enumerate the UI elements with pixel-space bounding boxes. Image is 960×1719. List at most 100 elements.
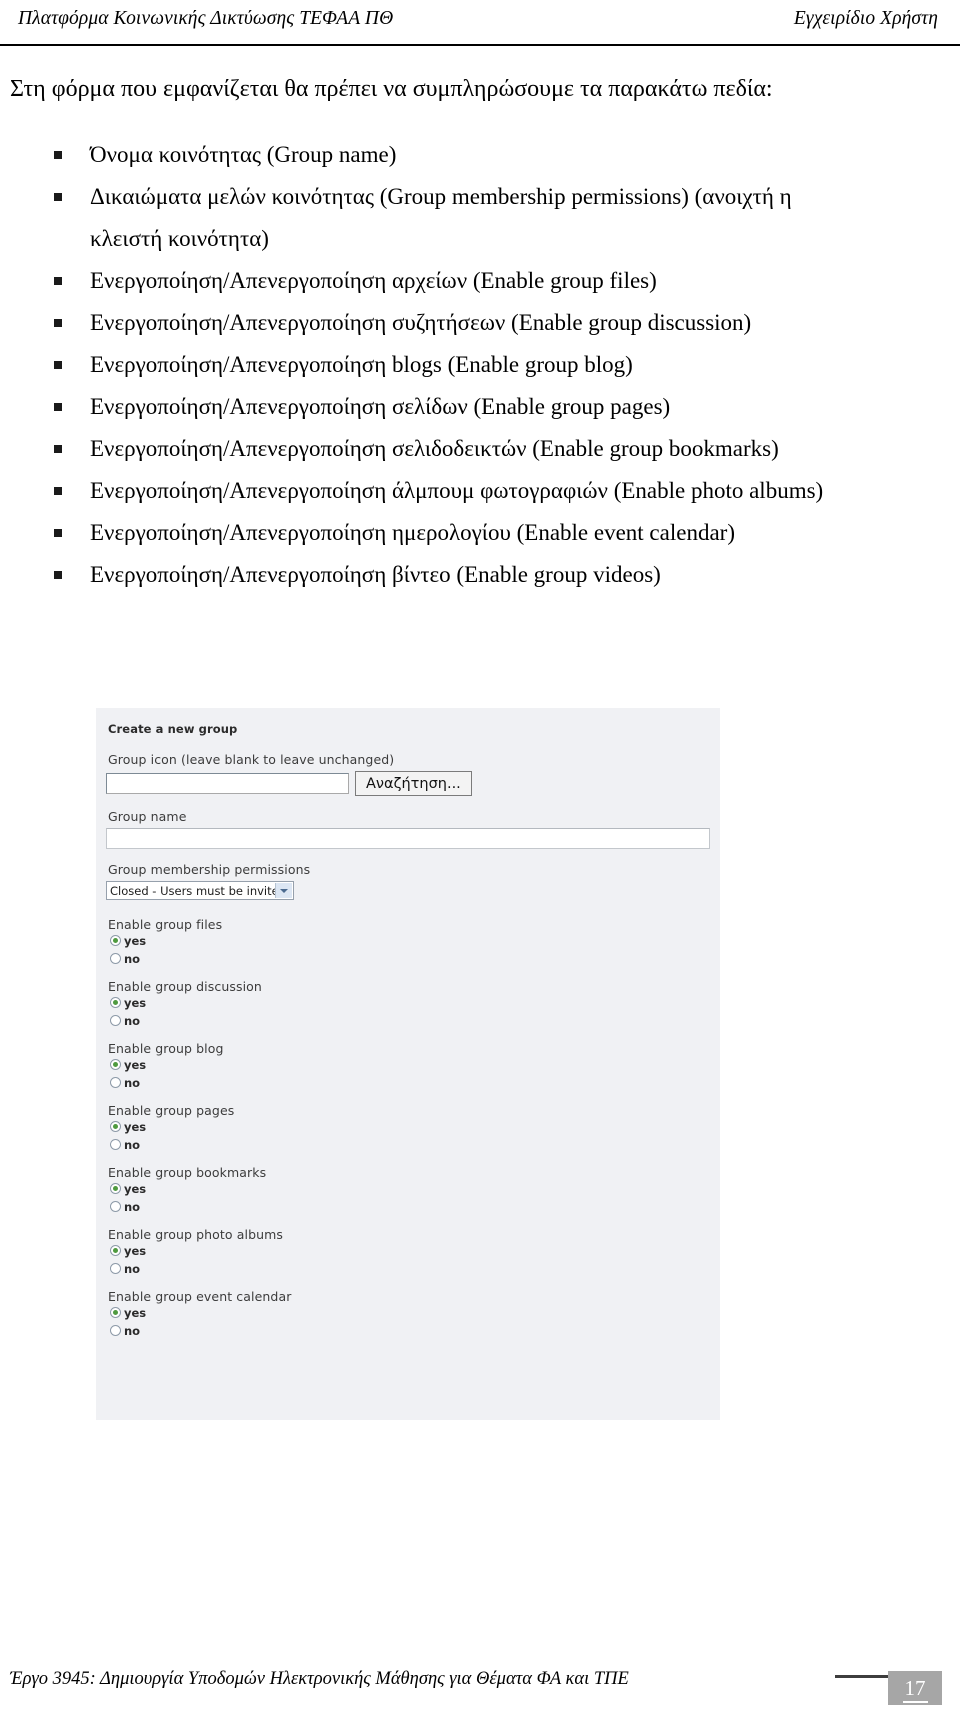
bullet-square-icon [54,487,62,495]
group-membership-permissions-select[interactable]: Closed - Users must be invited [106,881,294,900]
radio-unselected-icon[interactable] [110,1263,121,1274]
list-item-label: Δικαιώματα μελών κοινότητας (Group membe… [90,184,792,251]
radio-no-label: no [124,1200,141,1214]
list-item-label: Ενεργοποίηση/Απενεργοποίηση βίντεο (Enab… [90,562,661,587]
page-header: Πλατφόρμα Κοινωνικής Δικτύωσης ΤΕΦΑΑ ΠΘ … [0,0,960,46]
toggle-label: Enable group photo albums [108,1227,284,1242]
radio-selected-icon[interactable] [110,1059,121,1070]
radio-selected-icon[interactable] [110,1121,121,1132]
toggle-label: Enable group files [108,917,223,932]
radio-unselected-icon[interactable] [110,953,121,964]
radio-no[interactable]: no [110,1261,720,1278]
radio-unselected-icon[interactable] [110,1139,121,1150]
radio-no-label: no [124,1076,141,1090]
bullet-square-icon [54,319,62,327]
radio-no[interactable]: no [110,1075,720,1092]
radio-no-label: no [124,1262,141,1276]
field-bullet-list: Όνομα κοινότητας (Group name) Δικαιώματα… [0,134,960,596]
group-name-label: Group name [108,809,187,824]
toggle-enable-group-event-calendar: Enable group event calendar yes no [106,1289,720,1340]
toggle-enable-group-blog: Enable group blog yes no [106,1041,720,1092]
list-item: Ενεργοποίηση/Απενεργοποίηση σελίδων (Ena… [52,386,850,428]
radio-yes-label: yes [124,1120,147,1134]
page-number-badge: 17 [888,1671,942,1705]
radio-no[interactable]: no [110,1137,720,1154]
list-item: Ενεργοποίηση/Απενεργοποίηση αρχείων (Ena… [52,260,850,302]
radio-yes[interactable]: yes [110,1181,720,1198]
bullet-square-icon [54,193,62,201]
list-item-label: Ενεργοποίηση/Απενεργοποίηση ημερολογίου … [90,520,735,545]
radio-yes[interactable]: yes [110,1119,720,1136]
toggle-enable-group-pages: Enable group pages yes no [106,1103,720,1154]
list-item: Δικαιώματα μελών κοινότητας (Group membe… [52,176,850,260]
toggle-label: Enable group blog [108,1041,224,1056]
list-item: Ενεργοποίηση/Απενεργοποίηση άλμπουμ φωτο… [52,470,850,512]
group-name-field: Group name [106,809,720,849]
radio-selected-icon[interactable] [110,997,121,1008]
list-item-label: Ενεργοποίηση/Απενεργοποίηση σελιδοδεικτώ… [90,436,779,461]
radio-unselected-icon[interactable] [110,1325,121,1336]
chevron-down-icon[interactable] [275,883,292,898]
bullet-square-icon [54,151,62,159]
radio-no-label: no [124,1324,141,1338]
document-content: Στη φόρμα που εμφανίζεται θα πρέπει να σ… [0,46,960,596]
group-membership-permissions-label: Group membership permissions [108,862,311,877]
list-item-label: Ενεργοποίηση/Απενεργοποίηση άλμπουμ φωτο… [90,478,824,503]
toggle-label: Enable group discussion [108,979,262,994]
list-item: Ενεργοποίηση/Απενεργοποίηση βίντεο (Enab… [52,554,850,596]
radio-yes[interactable]: yes [110,1057,720,1074]
create-group-form-screenshot: Create a new group Group icon (leave bla… [96,708,720,1420]
group-membership-permissions-field: Group membership permissions Closed - Us… [106,862,720,904]
bullet-square-icon [54,403,62,411]
bullet-square-icon [54,277,62,285]
radio-no[interactable]: no [110,1199,720,1216]
header-title-right: Εγχειρίδιο Χρήστη [793,8,938,29]
radio-unselected-icon[interactable] [110,1015,121,1026]
radio-unselected-icon[interactable] [110,1201,121,1212]
radio-yes[interactable]: yes [110,933,720,950]
group-icon-input[interactable] [106,773,349,794]
radio-no-label: no [124,1138,141,1152]
bullet-square-icon [54,445,62,453]
radio-selected-icon[interactable] [110,935,121,946]
list-item-label: Όνομα κοινότητας (Group name) [90,142,397,167]
radio-selected-icon[interactable] [110,1245,121,1256]
selected-option-label: Closed - Users must be invited [110,884,286,898]
page-footer: Έργο 3945: Δημιουργία Υποδομών Ηλεκτρονι… [0,1641,960,1719]
browse-button[interactable]: Αναζήτηση... [355,771,472,796]
list-item-label: Ενεργοποίηση/Απενεργοποίηση σελίδων (Ena… [90,394,671,419]
list-item: Ενεργοποίηση/Απενεργοποίηση ημερολογίου … [52,512,850,554]
group-name-input[interactable] [106,828,710,849]
bullet-square-icon [54,571,62,579]
radio-unselected-icon[interactable] [110,1077,121,1088]
list-item: Ενεργοποίηση/Απενεργοποίηση blogs (Enabl… [52,344,850,386]
toggle-enable-group-bookmarks: Enable group bookmarks yes no [106,1165,720,1216]
radio-no[interactable]: no [110,1013,720,1030]
group-icon-label: Group icon (leave blank to leave unchang… [108,752,395,767]
radio-yes[interactable]: yes [110,995,720,1012]
bullet-square-icon [54,361,62,369]
radio-yes-label: yes [124,1306,147,1320]
list-item-label: Ενεργοποίηση/Απενεργοποίηση συζητήσεων (… [90,310,752,335]
radio-no-label: no [124,1014,141,1028]
list-item: Ενεργοποίηση/Απενεργοποίηση σελιδοδεικτώ… [52,428,850,470]
radio-yes[interactable]: yes [110,1305,720,1322]
list-item-label: Ενεργοποίηση/Απενεργοποίηση blogs (Enabl… [90,352,633,377]
radio-yes-label: yes [124,1182,147,1196]
radio-no[interactable]: no [110,1323,720,1340]
form-title: Create a new group [108,722,238,736]
page-number: 17 [902,1676,928,1703]
radio-selected-icon[interactable] [110,1307,121,1318]
radio-yes[interactable]: yes [110,1243,720,1260]
list-item: Όνομα κοινότητας (Group name) [52,134,850,176]
group-icon-field: Group icon (leave blank to leave unchang… [106,752,720,796]
intro-paragraph: Στη φόρμα που εμφανίζεται θα πρέπει να σ… [10,76,773,102]
radio-selected-icon[interactable] [110,1183,121,1194]
radio-yes-label: yes [124,934,147,948]
toggle-label: Enable group bookmarks [108,1165,267,1180]
radio-no-label: no [124,952,141,966]
toggle-label: Enable group pages [108,1103,235,1118]
list-item: Ενεργοποίηση/Απενεργοποίηση συζητήσεων (… [52,302,850,344]
radio-no[interactable]: no [110,951,720,968]
bullet-square-icon [54,529,62,537]
